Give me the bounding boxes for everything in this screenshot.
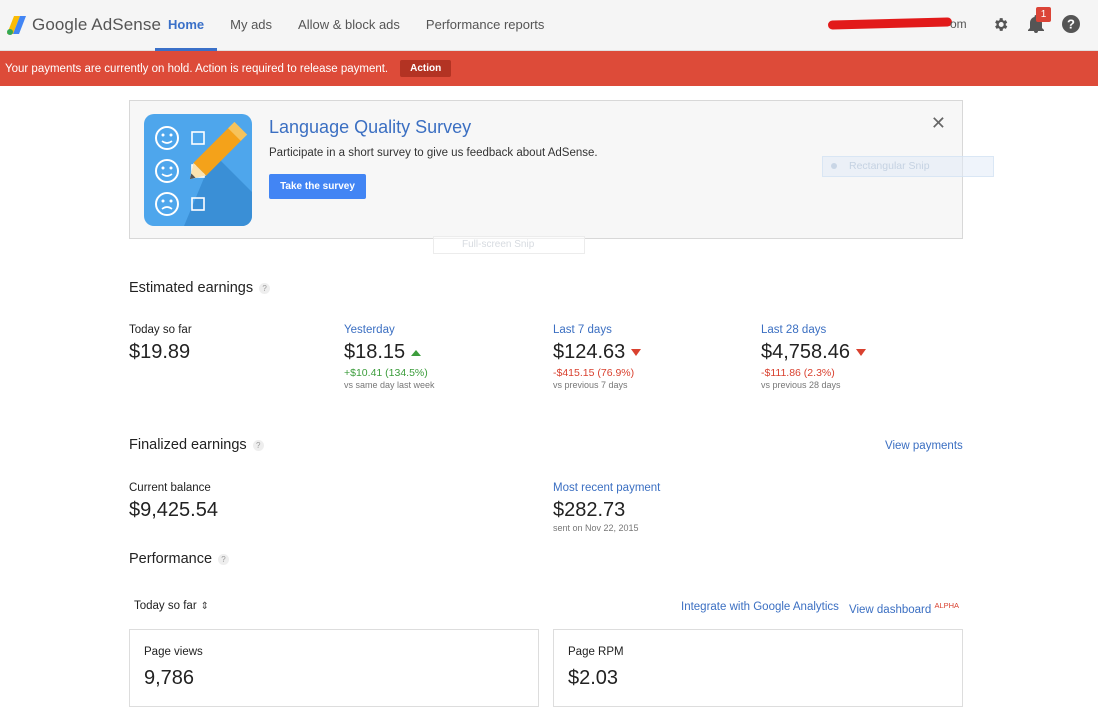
alert-action-button[interactable]: Action: [400, 60, 452, 77]
payment-date: sent on Nov 22, 2015: [553, 523, 639, 533]
page-rpm-card[interactable]: Page RPM $2.03: [553, 629, 963, 707]
payment-hold-alert: Your payments are currently on hold. Act…: [0, 51, 1098, 86]
main-nav: Home My ads Allow & block ads Performanc…: [155, 0, 557, 51]
metric-change: -$111.86 (2.3%): [761, 367, 835, 379]
metric-yesterday: Yesterday $18.15 +$10.41 (134.5%) vs sam…: [344, 324, 435, 390]
finalized-earnings-heading: Finalized earnings?: [129, 437, 264, 453]
metric-comparison: vs previous 28 days: [761, 380, 841, 390]
adsense-logo-icon: [6, 14, 28, 36]
adsense-logo[interactable]: Google AdSense: [6, 12, 161, 38]
trend-down-icon: [631, 349, 642, 356]
page-views-card[interactable]: Page views 9,786: [129, 629, 539, 707]
finalized-earnings-title: Finalized earnings: [129, 437, 247, 453]
metric-comparison: vs previous 7 days: [553, 380, 628, 390]
account-email[interactable]: om: [827, 14, 968, 34]
view-payments-link[interactable]: View payments: [885, 440, 963, 452]
metric-value-text: $19.89: [129, 341, 191, 363]
metric-value-text: $9,425.54: [129, 499, 218, 521]
most-recent-payment: Most recent payment $282.73 sent on Nov …: [553, 482, 660, 533]
metric-last-28-days: Last 28 days $4,758.46 -$111.86 (2.3%) v…: [761, 324, 866, 390]
survey-illustration: [144, 114, 252, 226]
metric-label-link[interactable]: Yesterday: [344, 324, 435, 336]
metric-value: $282.73: [553, 499, 660, 522]
metric-last-7-days: Last 7 days $124.63 -$415.15 (76.9%) vs …: [553, 324, 642, 390]
metric-today: Today so far $19.89: [129, 324, 192, 364]
integrate-analytics-link[interactable]: Integrate with Google Analytics: [681, 601, 839, 613]
date-range-value: Today so far: [134, 600, 197, 612]
sort-caret-icon: ⇕: [200, 600, 210, 612]
redaction-mark: [827, 17, 953, 30]
help-icon[interactable]: ?: [1061, 13, 1081, 35]
estimated-earnings-title: Estimated earnings: [129, 280, 254, 296]
metric-label-link[interactable]: Last 7 days: [553, 324, 641, 336]
metric-value: $4,758.46: [761, 341, 866, 364]
performance-heading: Performance?: [129, 551, 230, 567]
estimated-earnings-heading: Estimated earnings?: [129, 280, 271, 296]
fullscreen-snip-overlay: Full-screen Snip: [433, 236, 585, 254]
alert-message: Your payments are currently on hold. Act…: [5, 62, 389, 75]
logo-text: Google AdSense: [32, 15, 161, 34]
rectangular-snip-label: Rectangular Snip: [849, 160, 930, 172]
survey-title: Language Quality Survey: [269, 117, 472, 137]
trend-up-icon: [411, 349, 422, 356]
date-range-select[interactable]: Today so far ⇕: [134, 600, 209, 612]
card-value: 9,786: [144, 667, 195, 689]
close-icon[interactable]: ✕: [931, 113, 946, 133]
metric-label-link[interactable]: Last 28 days: [761, 324, 866, 336]
gear-icon[interactable]: [990, 13, 1010, 35]
metric-comparison: vs same day last week: [344, 380, 435, 390]
card-label: Page views: [144, 646, 203, 658]
current-balance: Current balance $9,425.54: [129, 482, 218, 522]
fullscreen-snip-label: Full-screen Snip: [462, 239, 535, 250]
metric-value-text: $124.63: [553, 341, 626, 363]
metric-value: $9,425.54: [129, 499, 218, 522]
metric-change: -$415.15 (76.9%): [553, 367, 635, 379]
metric-label: Current balance: [129, 482, 211, 494]
metric-value: $18.15: [344, 341, 435, 364]
nav-home[interactable]: Home: [155, 0, 218, 51]
card-label: Page RPM: [568, 646, 624, 658]
view-dashboard-label: View dashboard: [849, 603, 932, 616]
metric-change: +$10.41 (134.5%): [344, 367, 428, 379]
metric-label: Today so far: [129, 324, 192, 336]
help-icon[interactable]: ?: [259, 282, 271, 294]
take-survey-button[interactable]: Take the survey: [269, 174, 366, 199]
nav-performance-reports[interactable]: Performance reports: [413, 0, 558, 51]
survey-description: Participate in a short survey to give us…: [269, 147, 598, 159]
card-value: $2.03: [568, 667, 619, 689]
top-bar: Google AdSense Home My ads Allow & block…: [0, 0, 1098, 51]
metric-value: $19.89: [129, 341, 192, 364]
nav-allow-block-ads[interactable]: Allow & block ads: [285, 0, 413, 51]
nav-my-ads[interactable]: My ads: [217, 0, 285, 51]
svg-text:?: ?: [1067, 17, 1075, 32]
metric-value-text: $18.15: [344, 341, 406, 363]
notification-count-badge: 1: [1036, 7, 1051, 22]
view-dashboard-link[interactable]: View dashboard ALPHA: [849, 601, 959, 616]
account-email-suffix: om: [950, 17, 967, 31]
rectangular-snip-overlay: Rectangular Snip: [822, 156, 994, 177]
trend-down-icon: [855, 349, 866, 356]
metric-value-text: $4,758.46: [761, 341, 850, 363]
metric-value-text: $282.73: [553, 499, 626, 521]
snip-dot-icon: [831, 163, 837, 170]
help-icon[interactable]: ?: [218, 553, 230, 565]
metric-value: $124.63: [553, 341, 642, 364]
performance-title: Performance: [129, 551, 213, 567]
metric-label-link[interactable]: Most recent payment: [553, 482, 660, 494]
alpha-badge: ALPHA: [934, 601, 960, 610]
help-icon[interactable]: ?: [252, 439, 264, 451]
